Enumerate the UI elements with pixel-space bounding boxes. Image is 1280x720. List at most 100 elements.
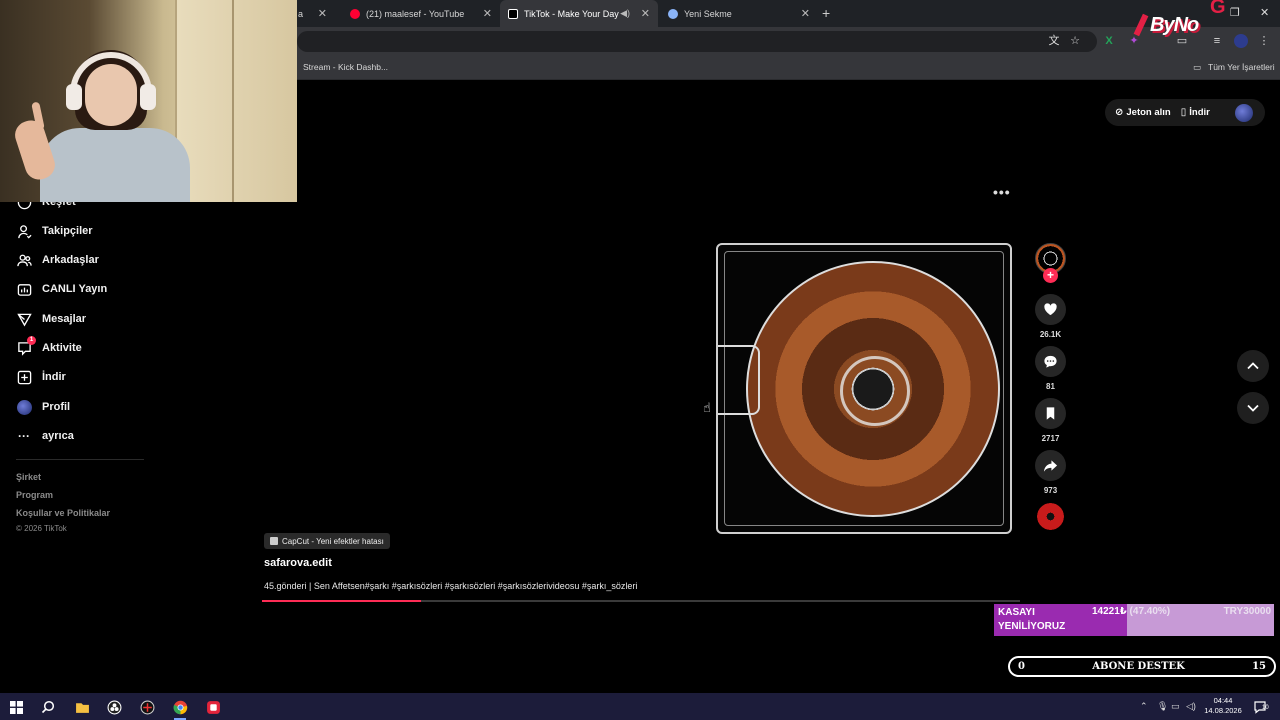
chevron-up-icon[interactable]: ⌃ <box>1140 701 1148 712</box>
video-progress-fill <box>262 600 422 602</box>
coin-icon: ⊘ <box>1115 107 1124 118</box>
sidebar-item-label: Profil <box>42 401 71 413</box>
restore-icon[interactable]: ❐ <box>1230 6 1240 19</box>
effect-label: CapCut - Yeni efektler hatası <box>282 536 384 546</box>
clock-time: 04:44 <box>1213 696 1233 705</box>
clock-date: 14.08.2026 <box>1204 706 1242 715</box>
heart-icon <box>1044 303 1057 316</box>
video-progress-bar[interactable] <box>262 600 1020 602</box>
star-icon[interactable]: ☆ <box>1068 34 1082 48</box>
streamer <box>11 50 190 202</box>
search-icon[interactable] <box>38 697 58 717</box>
file-explorer-icon[interactable] <box>72 697 92 717</box>
window-close-icon[interactable]: ✕ <box>1260 6 1269 19</box>
video-player[interactable] <box>716 243 1012 534</box>
sidebar-item-live[interactable]: CANLI Yayın <box>16 281 107 297</box>
video-username[interactable]: safarova.edit <box>264 557 332 569</box>
windows-start-icon[interactable] <box>6 697 26 717</box>
subscriber-goal-bar: 0 ABONE DESTEK 15 <box>1008 656 1276 677</box>
omnibox[interactable] <box>297 31 1097 52</box>
obs-icon[interactable] <box>104 697 124 717</box>
like-button[interactable] <box>1035 294 1066 325</box>
sidebar-item-profile[interactable]: Profil <box>16 399 70 415</box>
sub-count-current: 0 <box>1018 661 1025 672</box>
speaker-icon[interactable]: ◀) <box>620 8 630 19</box>
close-icon[interactable]: ✕ <box>483 7 492 20</box>
chrome-icon <box>668 8 678 19</box>
system-clock[interactable]: 04:44 14.08.2026 <box>1203 696 1243 716</box>
follow-button[interactable]: + <box>1043 268 1058 283</box>
streaming-app-icon[interactable] <box>203 697 223 717</box>
music-disc-icon[interactable] <box>1037 503 1064 530</box>
microphone-icon[interactable]: 🎙 <box>1157 701 1168 712</box>
case-clip <box>718 345 760 415</box>
chevron-up-icon <box>1247 362 1259 370</box>
effect-chip[interactable]: CapCut - Yeni efektler hatası <box>264 533 390 549</box>
goal-target: TRY30000 <box>1223 606 1271 617</box>
sidebar-item-activity[interactable]: 1 Aktivite <box>16 336 82 356</box>
footer-terms-link[interactable]: Koşullar ve Politikalar <box>16 508 110 518</box>
menu-icon[interactable]: ⋮ <box>1257 34 1271 48</box>
tab-youtube[interactable]: (21) maalesef - YouTube ✕ <box>342 0 500 27</box>
donation-goal-bar: KASAYI YENİLİYORUZ 14221₺ (47.40%) TRY30… <box>994 604 1274 636</box>
tab-title: (21) maalesef - YouTube <box>366 8 465 19</box>
friends-icon <box>16 252 32 268</box>
close-icon[interactable]: ✕ <box>318 7 327 20</box>
sub-count-target: 15 <box>1252 661 1266 672</box>
ellipsis-icon: ··· <box>18 429 30 443</box>
logo-text: ByNo <box>1150 14 1199 36</box>
copyright: © 2026 TikTok <box>16 524 67 533</box>
sidebar-item-followers[interactable]: Takipçiler <box>16 223 93 239</box>
close-icon[interactable]: ✕ <box>801 7 810 20</box>
footer-program-link[interactable]: Program <box>16 490 53 500</box>
windows-taskbar: ⌃ 🎙 ▭ ◁) 04:44 14.08.2026 10 <box>0 693 1280 720</box>
download-app-button[interactable]: ▯ İndir <box>1181 107 1210 118</box>
network-icon[interactable]: ▭ <box>1171 701 1180 712</box>
volume-icon[interactable]: ◁) <box>1186 701 1196 712</box>
stream-logo: ByNo G <box>1128 0 1228 45</box>
next-video-button[interactable] <box>1237 392 1269 424</box>
youtube-icon <box>350 8 360 19</box>
share-count: 973 <box>1043 486 1058 495</box>
live-icon <box>16 281 32 297</box>
tab-title: Yeni Sekme <box>684 8 732 19</box>
extension-x-icon[interactable]: X <box>1102 34 1116 48</box>
all-bookmarks[interactable]: Tüm Yer İşaretleri <box>1208 62 1275 72</box>
sidebar-item-friends[interactable]: Arkadaşlar <box>16 252 99 268</box>
footer-company-link[interactable]: Şirket <box>16 472 41 482</box>
app-icon[interactable] <box>137 697 157 717</box>
like-count: 26.1K <box>1039 330 1062 339</box>
sidebar-divider <box>16 459 144 460</box>
close-icon[interactable]: ✕ <box>641 7 650 20</box>
avatar[interactable] <box>1235 104 1253 122</box>
goal-percent: (47.40%) <box>1129 606 1171 617</box>
save-button[interactable] <box>1035 398 1066 429</box>
activity-icon: 1 <box>16 336 36 356</box>
notification-icon[interactable]: 10 <box>1250 697 1270 717</box>
tab-new[interactable]: Yeni Sekme ✕ <box>660 0 818 27</box>
logo-mark: G <box>1210 0 1226 18</box>
previous-video-button[interactable] <box>1237 350 1269 382</box>
bookmark-kick[interactable]: Stream - Kick Dashb... <box>303 62 388 72</box>
plus-square-icon <box>16 369 32 385</box>
new-tab-icon[interactable]: + <box>822 5 830 21</box>
tab-tiktok[interactable]: TikTok - Make Your Day ◀) ✕ <box>500 0 658 27</box>
get-coins-button[interactable]: ⊘ Jeton alın <box>1115 107 1171 118</box>
goal-current: 14221₺ <box>1092 606 1127 617</box>
tab-title: a <box>298 8 304 19</box>
webcam-background-door-seam <box>232 0 234 202</box>
comment-button[interactable] <box>1035 346 1066 377</box>
send-icon <box>16 311 32 327</box>
sidebar-item-download[interactable]: İndir <box>16 369 66 385</box>
chrome-icon[interactable] <box>170 697 190 720</box>
profile-avatar[interactable] <box>1234 34 1248 48</box>
sidebar-item-messages[interactable]: Mesajlar <box>16 311 86 327</box>
translate-icon[interactable]: 文 <box>1047 34 1061 48</box>
notification-count: 10 <box>1262 705 1269 711</box>
tiktok-icon <box>508 8 518 19</box>
video-description: 45.gönderi | Sen Affetsen#şarkı #şarkısö… <box>264 581 638 591</box>
share-button[interactable] <box>1035 450 1066 481</box>
person-follow-icon <box>16 223 32 239</box>
more-options-icon[interactable]: ••• <box>993 184 1011 200</box>
sidebar-item-more[interactable]: ··· ayrıca <box>16 428 74 444</box>
